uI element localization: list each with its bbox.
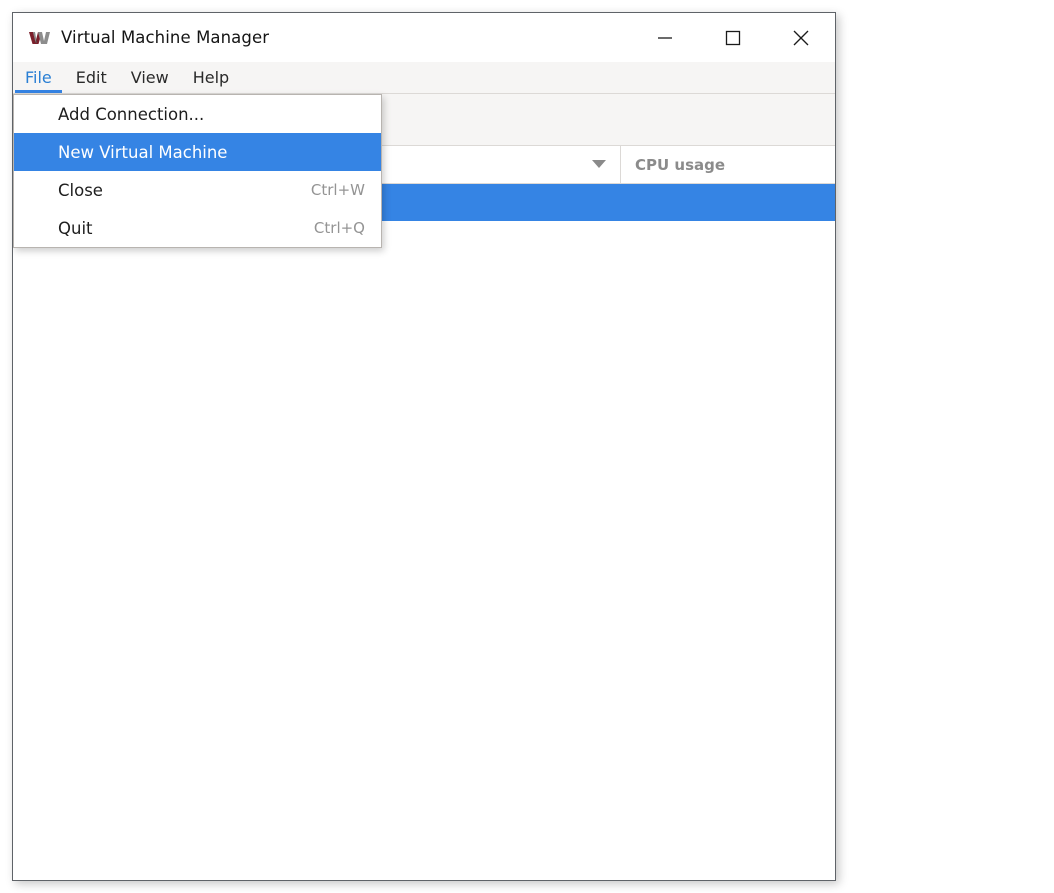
menu-item-close[interactable]: Close Ctrl+W [14,171,381,209]
menu-item-quit[interactable]: Quit Ctrl+Q [14,209,381,247]
window-title: Virtual Machine Manager [61,28,270,47]
chevron-down-icon [592,160,606,168]
menu-view-label: View [130,68,169,87]
desktop-background: Virtual Machine Manager File Edit View H… [0,0,1054,893]
vm-list: CPU usage [13,146,835,880]
menu-edit[interactable]: Edit [64,62,119,93]
virtual-machine-manager-window: Virtual Machine Manager File Edit View H… [12,12,836,881]
column-header-cpu-usage-label: CPU usage [635,155,726,174]
minimize-icon [658,36,672,39]
menu-help-label: Help [192,68,230,87]
menu-help[interactable]: Help [181,62,241,93]
virt-manager-icon [29,31,50,44]
menu-view[interactable]: View [119,62,181,93]
menu-item-quit-accel: Ctrl+Q [313,219,365,237]
close-button[interactable] [767,13,835,62]
menu-file[interactable]: File [13,62,64,93]
menu-bar: File Edit View Help [13,62,835,94]
menu-file-label: File [25,68,52,87]
close-icon [793,30,809,45]
maximize-button[interactable] [699,13,767,62]
menu-item-add-connection[interactable]: Add Connection... [14,95,381,133]
maximize-icon [725,30,741,45]
menu-item-new-virtual-machine[interactable]: New Virtual Machine [14,133,381,171]
menu-item-add-connection-label: Add Connection... [58,104,205,124]
title-bar: Virtual Machine Manager [13,13,835,62]
column-header-cpu-usage[interactable]: CPU usage [621,146,835,183]
menu-item-close-accel: Ctrl+W [310,181,365,199]
minimize-button[interactable] [631,13,699,62]
menu-edit-label: Edit [75,68,107,87]
menu-item-quit-label: Quit [58,218,93,238]
title-bar-left: Virtual Machine Manager [13,28,631,47]
window-controls [631,13,835,62]
menu-item-new-virtual-machine-label: New Virtual Machine [58,142,228,162]
menu-item-close-label: Close [58,180,103,200]
file-menu-dropdown: Add Connection... New Virtual Machine Cl… [13,94,382,248]
